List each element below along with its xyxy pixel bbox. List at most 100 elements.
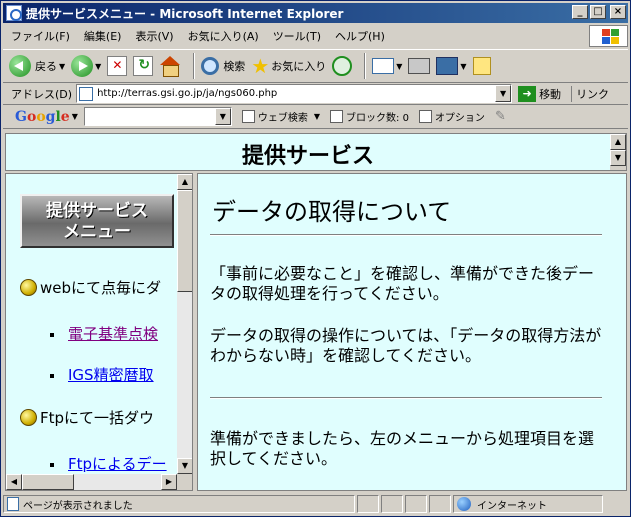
menu-favorites[interactable]: お気に入り(A) bbox=[188, 28, 259, 44]
mail-dropdown-icon[interactable]: ▼ bbox=[396, 62, 402, 71]
address-input[interactable]: http://terras.gsi.go.jp/ja/ngs060.php ▼ bbox=[76, 84, 513, 103]
window-controls: _ □ × bbox=[572, 5, 626, 19]
go-button[interactable]: ➜ 移動 bbox=[518, 85, 561, 102]
header-scrollbar[interactable]: ▲ ▼ bbox=[610, 134, 626, 170]
menu-horizontal-scrollbar[interactable]: ◀ ▶ bbox=[6, 474, 177, 490]
back-label: 戻る bbox=[35, 60, 57, 73]
bullet-icon bbox=[50, 333, 54, 337]
vertical-scroll-thumb[interactable] bbox=[177, 190, 192, 292]
menu-view[interactable]: 表示(V) bbox=[135, 28, 173, 44]
header-frame: 提供サービス ▲ ▼ bbox=[5, 133, 627, 171]
stop-button[interactable] bbox=[107, 56, 128, 76]
content-title: データの取得について bbox=[212, 198, 452, 226]
highlight-button[interactable]: ✎ bbox=[495, 109, 506, 124]
edit-dropdown-icon[interactable]: ▼ bbox=[460, 62, 466, 71]
maximize-button[interactable]: □ bbox=[590, 5, 606, 19]
scroll-up-icon[interactable]: ▲ bbox=[177, 174, 192, 190]
bullet-icon bbox=[50, 463, 54, 467]
search-button[interactable]: 検索 bbox=[201, 57, 245, 75]
history-icon bbox=[332, 56, 353, 76]
zone-cell: インターネット bbox=[453, 495, 603, 513]
menu-help[interactable]: ヘルプ(H) bbox=[335, 28, 385, 44]
address-bar: アドレス(D) http://terras.gsi.go.jp/ja/ngs06… bbox=[3, 83, 628, 105]
section-web: webにて点毎にダ bbox=[20, 277, 161, 298]
popup-block-icon bbox=[330, 110, 344, 123]
status-text-cell: ページが表示されました bbox=[3, 495, 355, 513]
service-menu-line2: メニュー bbox=[63, 222, 131, 242]
back-arrow-icon bbox=[9, 55, 31, 77]
print-button[interactable] bbox=[408, 58, 431, 74]
edit-icon bbox=[436, 57, 459, 75]
status-cell bbox=[405, 495, 427, 513]
window-title: 提供サービスメニュー - Microsoft Internet Explorer bbox=[26, 6, 344, 21]
status-cell bbox=[357, 495, 379, 513]
menu-tools[interactable]: ツール(T) bbox=[273, 28, 321, 44]
scroll-left-icon[interactable]: ◀ bbox=[6, 474, 22, 490]
browser-window: 提供サービスメニュー - Microsoft Internet Explorer… bbox=[0, 0, 631, 517]
web-search-label: ウェブ検索 bbox=[257, 113, 308, 124]
note-icon bbox=[472, 57, 491, 75]
back-dropdown-icon[interactable]: ▼ bbox=[59, 62, 65, 71]
home-icon bbox=[159, 56, 181, 77]
standard-toolbar: 戻る ▼ ▼ 検索 ★ お気に入り ▼ ▼ bbox=[3, 49, 628, 83]
search-label: 検索 bbox=[223, 60, 246, 73]
ie-app-icon bbox=[6, 5, 22, 21]
address-url[interactable]: http://terras.gsi.go.jp/ja/ngs060.php bbox=[97, 88, 277, 99]
options-button[interactable]: オプション bbox=[418, 109, 485, 124]
scroll-right-icon[interactable]: ▶ bbox=[161, 474, 177, 490]
status-text: ページが表示されました bbox=[23, 500, 133, 512]
status-cell bbox=[381, 495, 403, 513]
forward-button[interactable]: ▼ bbox=[71, 55, 101, 77]
web-search-button[interactable]: ウェブ検索 ▼ bbox=[241, 109, 320, 124]
google-logo-letter: o bbox=[36, 108, 46, 125]
windows-logo-icon bbox=[589, 25, 628, 47]
address-dropdown-icon[interactable]: ▼ bbox=[495, 85, 512, 102]
web-search-dropdown-icon[interactable]: ▼ bbox=[314, 112, 320, 121]
google-dropdown-icon[interactable]: ▼ bbox=[72, 112, 78, 121]
scroll-up-icon[interactable]: ▲ bbox=[610, 134, 626, 150]
go-arrow-icon: ➜ bbox=[518, 85, 537, 102]
minimize-button[interactable]: _ bbox=[572, 5, 588, 19]
scroll-down-icon[interactable]: ▼ bbox=[610, 150, 626, 166]
google-search-dropdown-icon[interactable]: ▼ bbox=[214, 108, 231, 125]
back-button[interactable]: 戻る ▼ bbox=[9, 55, 65, 77]
google-logo[interactable]: Google bbox=[15, 109, 70, 125]
home-button[interactable] bbox=[159, 56, 181, 77]
menu-edit[interactable]: 編集(E) bbox=[84, 28, 122, 44]
scroll-down-icon[interactable]: ▼ bbox=[177, 458, 192, 474]
content-frame: データの取得について 「事前に必要なこと」を確認し、準備ができた後データの取得処… bbox=[197, 173, 627, 491]
star-icon: ★ bbox=[251, 54, 270, 78]
page-loaded-icon bbox=[7, 497, 19, 511]
service-menu-line1: 提供サービス bbox=[46, 201, 148, 221]
mail-button[interactable]: ▼ bbox=[372, 58, 402, 74]
google-logo-letter: e bbox=[60, 108, 70, 125]
forward-dropdown-icon[interactable]: ▼ bbox=[95, 62, 101, 71]
divider bbox=[210, 397, 602, 399]
toolbar-separator bbox=[364, 53, 367, 79]
popup-block-button[interactable]: ブロック数: 0 bbox=[330, 109, 409, 124]
yellow-ball-icon bbox=[20, 409, 37, 426]
horizontal-scroll-thumb[interactable] bbox=[22, 474, 74, 490]
close-button[interactable]: × bbox=[610, 5, 626, 19]
bullet-icon bbox=[50, 374, 54, 378]
history-button[interactable] bbox=[332, 56, 353, 76]
content-paragraph-3: 準備ができましたら、左のメニューから処理項目を選択してください。 bbox=[210, 429, 595, 468]
edit-button[interactable]: ▼ bbox=[436, 57, 467, 75]
menu-link-cors[interactable]: 電子基準点検 bbox=[68, 323, 158, 344]
scroll-corner bbox=[177, 474, 192, 490]
menu-link-igs[interactable]: IGS精密暦取 bbox=[68, 364, 154, 385]
forward-arrow-icon bbox=[71, 55, 94, 77]
favorites-button[interactable]: ★ お気に入り bbox=[251, 56, 326, 76]
refresh-button[interactable] bbox=[133, 56, 154, 76]
highlighter-icon: ✎ bbox=[494, 109, 506, 124]
menu-link-ftp[interactable]: Ftpによるデー bbox=[68, 453, 167, 474]
note-button[interactable] bbox=[472, 57, 491, 75]
links-button[interactable]: リンク bbox=[571, 85, 609, 102]
service-menu-button[interactable]: 提供サービス メニュー bbox=[20, 194, 174, 248]
menu-file[interactable]: ファイル(F) bbox=[11, 28, 70, 44]
menu-vertical-scrollbar[interactable]: ▲ ▼ bbox=[177, 174, 192, 474]
google-search-input[interactable]: ▼ bbox=[83, 107, 232, 126]
mail-icon bbox=[372, 58, 395, 74]
refresh-icon bbox=[133, 56, 154, 76]
service-title: 提供サービス bbox=[241, 144, 374, 169]
